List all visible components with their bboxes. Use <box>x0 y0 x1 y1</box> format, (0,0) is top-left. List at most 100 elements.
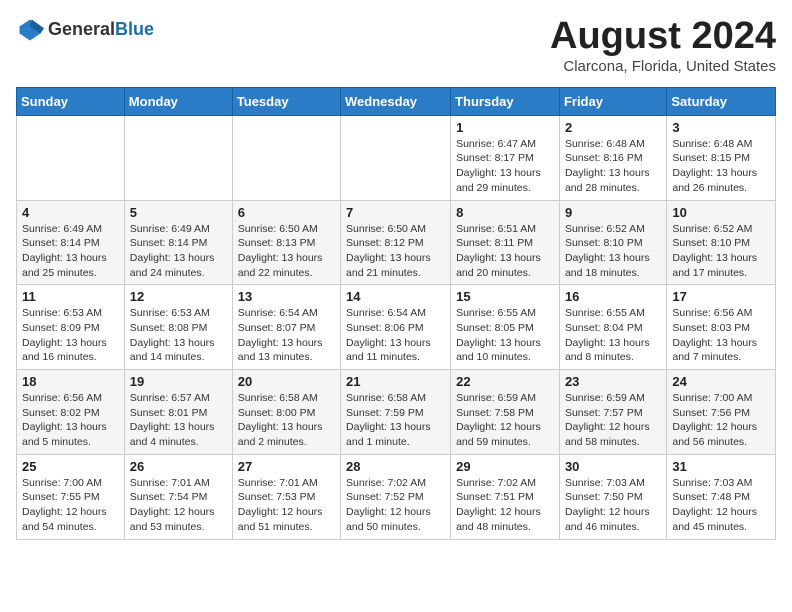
day-info: Sunrise: 6:52 AM Sunset: 8:10 PM Dayligh… <box>565 222 661 281</box>
col-saturday: Saturday <box>667 87 776 115</box>
table-row: 8Sunrise: 6:51 AM Sunset: 8:11 PM Daylig… <box>451 200 560 285</box>
page-header: GeneralBlue August 2024 Clarcona, Florid… <box>16 16 776 75</box>
col-wednesday: Wednesday <box>341 87 451 115</box>
day-number: 9 <box>565 205 661 220</box>
col-thursday: Thursday <box>451 87 560 115</box>
day-info: Sunrise: 7:00 AM Sunset: 7:55 PM Dayligh… <box>22 476 119 535</box>
day-number: 27 <box>238 459 335 474</box>
calendar-table: Sunday Monday Tuesday Wednesday Thursday… <box>16 87 776 540</box>
day-number: 14 <box>346 289 445 304</box>
day-number: 24 <box>672 374 770 389</box>
day-info: Sunrise: 7:01 AM Sunset: 7:53 PM Dayligh… <box>238 476 335 535</box>
day-number: 2 <box>565 120 661 135</box>
table-row: 7 Sunrise: 6:50 AM Sunset: 8:12 PM Daylig… <box>341 200 451 285</box>
month-title: August 2024 <box>550 16 776 58</box>
day-info: Sunrise: 7:03 AM Sunset: 7:48 PM Dayligh… <box>672 476 770 535</box>
day-info: Sunrise: 6:50 AM Sunset: 8:12 PM Dayligh… <box>346 222 445 281</box>
table-row: 25Sunrise: 7:00 AM Sunset: 7:55 PM Dayli… <box>17 454 125 539</box>
day-number: 21 <box>346 374 445 389</box>
table-row: 12 Sunrise: 6:53 AM Sunset: 8:08 PM Dayli… <box>124 285 232 370</box>
day-number: 19 <box>130 374 227 389</box>
logo: GeneralBlue <box>16 16 154 44</box>
day-number: 3 <box>672 120 770 135</box>
logo-general: General <box>48 19 115 39</box>
day-number: 8 <box>456 205 554 220</box>
day-info: Sunrise: 6:53 AM Sunset: 8:09 PM Dayligh… <box>22 306 119 365</box>
day-number: 29 <box>456 459 554 474</box>
day-info: Sunrise: 6:58 AM Sunset: 7:59 PM Dayligh… <box>346 391 445 450</box>
day-info: Sunrise: 6:57 AM Sunset: 8:01 PM Dayligh… <box>130 391 227 450</box>
table-row: 1 Sunrise: 6:47 AM Sunset: 8:17 PM Daylig… <box>451 115 560 200</box>
day-number: 17 <box>672 289 770 304</box>
col-tuesday: Tuesday <box>232 87 340 115</box>
day-info: Sunrise: 6:59 AM Sunset: 7:58 PM Dayligh… <box>456 391 554 450</box>
table-row <box>232 115 340 200</box>
table-row: 6 Sunrise: 6:50 AM Sunset: 8:13 PM Daylig… <box>232 200 340 285</box>
location: Clarcona, Florida, United States <box>550 58 776 75</box>
table-row: 15Sunrise: 6:55 AM Sunset: 8:05 PM Dayli… <box>451 285 560 370</box>
table-row: 24 Sunrise: 7:00 AM Sunset: 7:56 PM Dayli… <box>667 370 776 455</box>
table-row: 19 Sunrise: 6:57 AM Sunset: 8:01 PM Dayli… <box>124 370 232 455</box>
day-number: 30 <box>565 459 661 474</box>
day-info: Sunrise: 6:47 AM Sunset: 8:17 PM Dayligh… <box>456 137 554 196</box>
calendar-body: 1 Sunrise: 6:47 AM Sunset: 8:17 PM Daylig… <box>17 115 776 539</box>
table-row: 3 Sunrise: 6:48 AM Sunset: 8:15 PM Daylig… <box>667 115 776 200</box>
day-info: Sunrise: 6:55 AM Sunset: 8:04 PM Dayligh… <box>565 306 661 365</box>
table-row: 10 Sunrise: 6:52 AM Sunset: 8:10 PM Dayli… <box>667 200 776 285</box>
day-info: Sunrise: 7:03 AM Sunset: 7:50 PM Dayligh… <box>565 476 661 535</box>
table-row <box>341 115 451 200</box>
table-row: 30 Sunrise: 7:03 AM Sunset: 7:50 PM Dayli… <box>559 454 666 539</box>
day-info: Sunrise: 6:48 AM Sunset: 8:15 PM Dayligh… <box>672 137 770 196</box>
day-number: 6 <box>238 205 335 220</box>
day-number: 1 <box>456 120 554 135</box>
table-row: 27 Sunrise: 7:01 AM Sunset: 7:53 PM Dayli… <box>232 454 340 539</box>
day-number: 20 <box>238 374 335 389</box>
day-number: 22 <box>456 374 554 389</box>
day-info: Sunrise: 6:49 AM Sunset: 8:14 PM Dayligh… <box>22 222 119 281</box>
day-number: 31 <box>672 459 770 474</box>
header-row: Sunday Monday Tuesday Wednesday Thursday… <box>17 87 776 115</box>
day-number: 13 <box>238 289 335 304</box>
day-info: Sunrise: 7:01 AM Sunset: 7:54 PM Dayligh… <box>130 476 227 535</box>
col-sunday: Sunday <box>17 87 125 115</box>
day-number: 18 <box>22 374 119 389</box>
day-number: 23 <box>565 374 661 389</box>
day-number: 4 <box>22 205 119 220</box>
title-block: August 2024 Clarcona, Florida, United St… <box>550 16 776 75</box>
day-number: 28 <box>346 459 445 474</box>
table-row: 11 Sunrise: 6:53 AM Sunset: 8:09 PM Dayli… <box>17 285 125 370</box>
day-number: 16 <box>565 289 661 304</box>
table-row: 20Sunrise: 6:58 AM Sunset: 8:00 PM Dayli… <box>232 370 340 455</box>
table-row: 28Sunrise: 7:02 AM Sunset: 7:52 PM Dayli… <box>341 454 451 539</box>
day-info: Sunrise: 6:59 AM Sunset: 7:57 PM Dayligh… <box>565 391 661 450</box>
table-row: 14 Sunrise: 6:54 AM Sunset: 8:06 PM Dayli… <box>341 285 451 370</box>
table-row: 4 Sunrise: 6:49 AM Sunset: 8:14 PM Daylig… <box>17 200 125 285</box>
table-row: 18Sunrise: 6:56 AM Sunset: 8:02 PM Dayli… <box>17 370 125 455</box>
day-info: Sunrise: 6:52 AM Sunset: 8:10 PM Dayligh… <box>672 222 770 281</box>
table-row: 31 Sunrise: 7:03 AM Sunset: 7:48 PM Dayli… <box>667 454 776 539</box>
day-info: Sunrise: 6:54 AM Sunset: 8:07 PM Dayligh… <box>238 306 335 365</box>
day-info: Sunrise: 6:56 AM Sunset: 8:03 PM Dayligh… <box>672 306 770 365</box>
day-number: 26 <box>130 459 227 474</box>
day-info: Sunrise: 6:48 AM Sunset: 8:16 PM Dayligh… <box>565 137 661 196</box>
day-number: 12 <box>130 289 227 304</box>
table-row: 21 Sunrise: 6:58 AM Sunset: 7:59 PM Dayli… <box>341 370 451 455</box>
day-info: Sunrise: 6:54 AM Sunset: 8:06 PM Dayligh… <box>346 306 445 365</box>
table-row: 5 Sunrise: 6:49 AM Sunset: 8:14 PM Daylig… <box>124 200 232 285</box>
day-number: 5 <box>130 205 227 220</box>
day-info: Sunrise: 6:50 AM Sunset: 8:13 PM Dayligh… <box>238 222 335 281</box>
table-row: 23 Sunrise: 6:59 AM Sunset: 7:57 PM Dayli… <box>559 370 666 455</box>
calendar-week-2: 4 Sunrise: 6:49 AM Sunset: 8:14 PM Daylig… <box>17 200 776 285</box>
table-row: 13 Sunrise: 6:54 AM Sunset: 8:07 PM Dayli… <box>232 285 340 370</box>
table-row: 17 Sunrise: 6:56 AM Sunset: 8:03 PM Dayli… <box>667 285 776 370</box>
table-row: 22 Sunrise: 6:59 AM Sunset: 7:58 PM Dayli… <box>451 370 560 455</box>
logo-icon <box>16 16 44 44</box>
day-info: Sunrise: 7:00 AM Sunset: 7:56 PM Dayligh… <box>672 391 770 450</box>
day-number: 7 <box>346 205 445 220</box>
day-info: Sunrise: 6:53 AM Sunset: 8:08 PM Dayligh… <box>130 306 227 365</box>
day-number: 11 <box>22 289 119 304</box>
table-row <box>124 115 232 200</box>
day-info: Sunrise: 6:49 AM Sunset: 8:14 PM Dayligh… <box>130 222 227 281</box>
day-info: Sunrise: 7:02 AM Sunset: 7:51 PM Dayligh… <box>456 476 554 535</box>
day-number: 10 <box>672 205 770 220</box>
